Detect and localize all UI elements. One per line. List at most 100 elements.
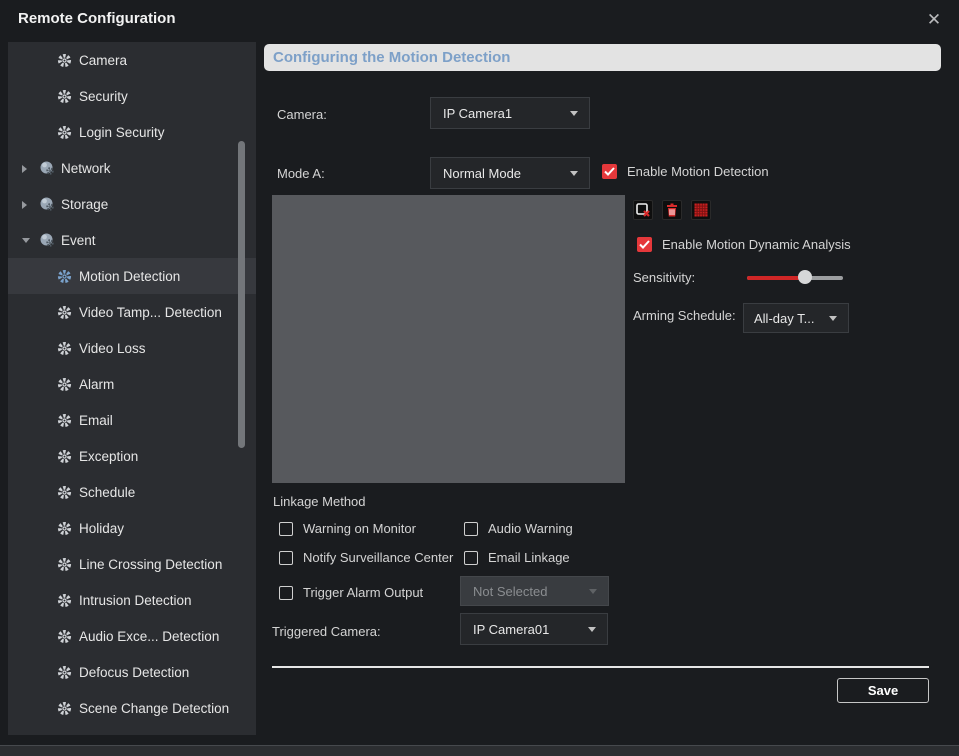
sidebar-item-email[interactable]: Email — [8, 402, 256, 438]
sidebar-item-label: Line Crossing Detection — [79, 557, 222, 572]
sidebar-item-holiday[interactable]: Holiday — [8, 510, 256, 546]
chevron-right-icon[interactable] — [22, 161, 38, 176]
category-globe-icon — [38, 196, 55, 213]
gear-icon — [56, 340, 73, 357]
gear-icon — [56, 556, 73, 573]
trigger-alarm-output-label: Trigger Alarm Output — [303, 585, 423, 600]
audio-warning-checkbox[interactable] — [464, 522, 478, 536]
gear-icon — [56, 628, 73, 645]
enable-motion-detection-checkbox[interactable] — [602, 164, 617, 179]
audio-warning-row: Audio Warning — [464, 521, 573, 536]
gear-icon — [56, 448, 73, 465]
sidebar-item-line-crossing-detection[interactable]: Line Crossing Detection — [8, 546, 256, 582]
video-preview[interactable] — [272, 195, 625, 483]
notify-surveillance-center-checkbox[interactable] — [279, 551, 293, 565]
sidebar-item-login-security[interactable]: Login Security — [8, 114, 256, 150]
grid-all-button[interactable] — [691, 200, 711, 220]
clear-draw-area-button[interactable] — [633, 200, 653, 220]
category-globe-icon — [38, 232, 55, 249]
audio-warning-label: Audio Warning — [488, 521, 573, 536]
chevron-down-icon — [588, 627, 596, 632]
warning-on-monitor-row: Warning on Monitor — [279, 521, 416, 536]
sidebar-scrollbar[interactable] — [238, 141, 245, 448]
chevron-right-icon[interactable] — [22, 197, 38, 212]
linkage-method-title: Linkage Method — [273, 494, 366, 509]
mode-select-value: Normal Mode — [443, 166, 521, 181]
sidebar-item-label: Video Loss — [79, 341, 146, 356]
notify-surveillance-center-row: Notify Surveillance Center — [279, 550, 453, 565]
sidebar-item-label: Intrusion Detection — [79, 593, 192, 608]
sidebar-item-camera[interactable]: Camera — [8, 42, 256, 78]
clear-draw-area-icon — [635, 202, 651, 218]
notify-surveillance-center-label: Notify Surveillance Center — [303, 550, 453, 565]
window-title: Remote Configuration — [18, 10, 176, 27]
gear-icon — [56, 520, 73, 537]
gear-icon — [56, 592, 73, 609]
sidebar-item-network[interactable]: Network — [8, 150, 256, 186]
check-icon — [639, 240, 650, 249]
sidebar-item-alarm[interactable]: Alarm — [8, 366, 256, 402]
sidebar-item-label: Alarm — [79, 377, 114, 392]
email-linkage-row: Email Linkage — [464, 550, 570, 565]
sidebar-item-scene-change-detection[interactable]: Scene Change Detection — [8, 690, 256, 726]
sidebar-item-label: Scene Change Detection — [79, 701, 229, 716]
delete-button[interactable] — [662, 200, 682, 220]
triggered-camera-value: IP Camera01 — [473, 622, 549, 637]
email-linkage-checkbox[interactable] — [464, 551, 478, 565]
sidebar-item-audio-exce-detection[interactable]: Audio Exce... Detection — [8, 618, 256, 654]
trigger-alarm-output-row: Trigger Alarm Output — [279, 585, 423, 600]
page-title-bar: Configuring the Motion Detection — [264, 44, 941, 71]
sidebar-item-security[interactable]: Security — [8, 78, 256, 114]
sensitivity-slider[interactable] — [747, 270, 843, 285]
alarm-output-value: Not Selected — [473, 584, 547, 599]
delete-icon — [664, 202, 680, 218]
divider — [272, 666, 929, 668]
chevron-down-icon — [570, 171, 578, 176]
sidebar-item-label: Event — [61, 233, 96, 248]
enable-dynamic-analysis-checkbox[interactable] — [637, 237, 652, 252]
camera-select[interactable]: IP Camera1 — [430, 97, 590, 129]
email-linkage-label: Email Linkage — [488, 550, 570, 565]
page-title: Configuring the Motion Detection — [273, 49, 510, 66]
gear-icon — [56, 268, 73, 285]
sidebar-item-exception[interactable]: Exception — [8, 438, 256, 474]
sidebar-item-video-loss[interactable]: Video Loss — [8, 330, 256, 366]
gear-icon — [56, 484, 73, 501]
sidebar-item-label: Video Tamp... Detection — [79, 305, 222, 320]
warning-on-monitor-checkbox[interactable] — [279, 522, 293, 536]
camera-label: Camera: — [277, 107, 327, 122]
grid-all-icon — [693, 202, 709, 218]
sidebar-item-schedule[interactable]: Schedule — [8, 474, 256, 510]
triggered-camera-select[interactable]: IP Camera01 — [460, 613, 608, 645]
triggered-camera-label: Triggered Camera: — [272, 624, 381, 639]
sidebar-item-video-tamp-detection[interactable]: Video Tamp... Detection — [8, 294, 256, 330]
sidebar-item-intrusion-detection[interactable]: Intrusion Detection — [8, 582, 256, 618]
close-icon[interactable]: ✕ — [920, 6, 948, 34]
enable-motion-detection-row: Enable Motion Detection — [602, 164, 769, 179]
sensitivity-slider-fill — [747, 276, 805, 280]
sidebar-item-motion-detection[interactable]: Motion Detection — [8, 258, 256, 294]
gear-icon — [56, 124, 73, 141]
gear-icon — [56, 304, 73, 321]
sidebar-item-storage[interactable]: Storage — [8, 186, 256, 222]
check-icon — [604, 167, 615, 176]
sensitivity-slider-thumb[interactable] — [798, 270, 812, 284]
save-button[interactable]: Save — [837, 678, 929, 703]
enable-dynamic-analysis-row: Enable Motion Dynamic Analysis — [637, 237, 851, 252]
sidebar-item-event[interactable]: Event — [8, 222, 256, 258]
sidebar-item-label: Email — [79, 413, 113, 428]
gear-icon — [56, 664, 73, 681]
sidebar-item-label: Audio Exce... Detection — [79, 629, 219, 644]
sidebar-item-label: Defocus Detection — [79, 665, 189, 680]
sidebar-item-defocus-detection[interactable]: Defocus Detection — [8, 654, 256, 690]
arming-schedule-select[interactable]: All-day T... — [743, 303, 849, 333]
mode-select[interactable]: Normal Mode — [430, 157, 590, 189]
trigger-alarm-output-checkbox[interactable] — [279, 586, 293, 600]
camera-select-value: IP Camera1 — [443, 106, 512, 121]
chevron-down-icon[interactable] — [22, 233, 38, 248]
chevron-down-icon — [829, 316, 837, 321]
gear-icon — [56, 376, 73, 393]
warning-on-monitor-label: Warning on Monitor — [303, 521, 416, 536]
sidebar-item-label: Security — [79, 89, 128, 104]
arming-schedule-value: All-day T... — [754, 311, 814, 326]
